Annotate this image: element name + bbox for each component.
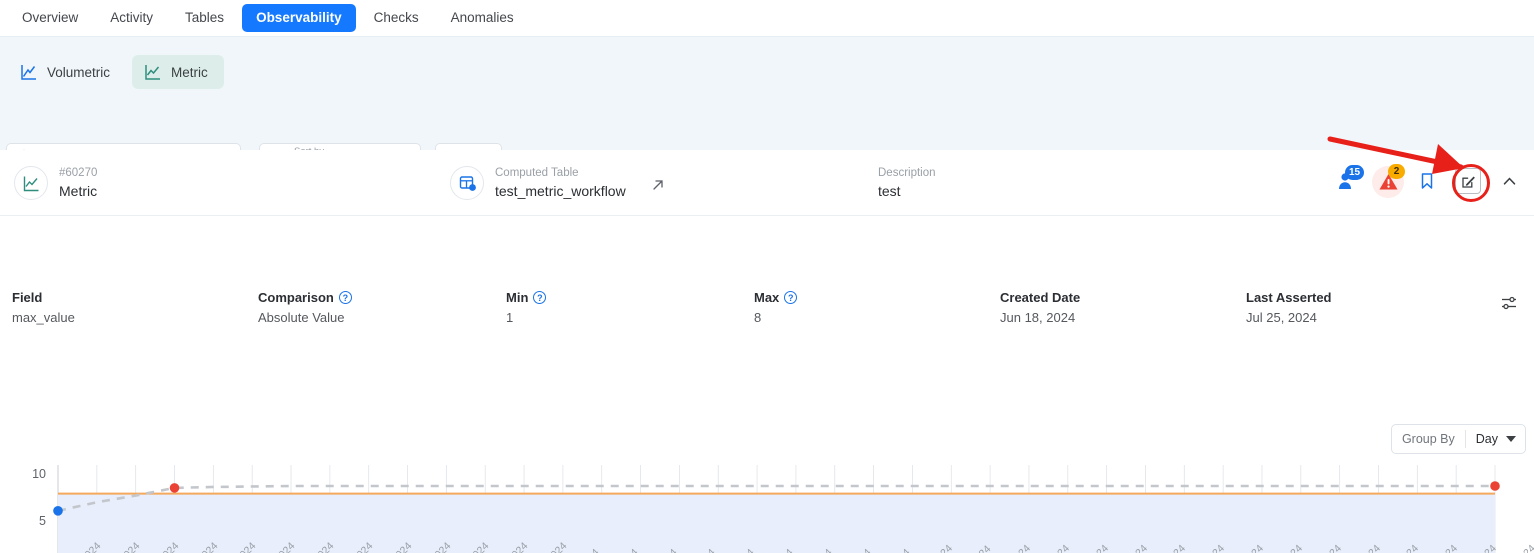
edit-pencil-icon[interactable]: [1455, 168, 1481, 194]
attribute-label: Field: [12, 290, 43, 305]
description-block: Description test: [878, 166, 936, 200]
attribute-value: 1: [506, 310, 514, 325]
group-by-value: Day: [1475, 432, 1498, 446]
chevron-up-icon[interactable]: [1501, 173, 1518, 190]
nav-tab-tables[interactable]: Tables: [171, 4, 238, 32]
metric-card: #60270 Metric Computed Table test_metric…: [0, 150, 1534, 553]
chevron-down-icon: [1506, 436, 1516, 442]
metric-attributes: Field max_value Comparison ? Absolute Va…: [0, 216, 1534, 325]
chart-canvas: [53, 465, 1500, 553]
observability-metric-page: Overview Activity Tables Observability C…: [0, 0, 1534, 553]
group-by-label: Group By: [1401, 432, 1455, 446]
metric-actions: 15 2: [1336, 163, 1518, 198]
description-label: Description: [878, 167, 936, 179]
line-chart-icon: [20, 63, 38, 81]
alerts-badge: 2: [1388, 163, 1405, 179]
observability-subtabs: Volumetric Metric: [8, 55, 224, 89]
attribute-field: Field max_value: [12, 290, 75, 325]
metric-chart-icon: [14, 166, 48, 201]
threshold-band: [58, 493, 1495, 553]
chart-y-tick: 5: [39, 514, 46, 529]
metric-type: Metric: [59, 182, 98, 199]
attribute-label: Comparison: [258, 290, 334, 305]
attribute-label: Last Asserted: [1246, 290, 1332, 305]
attribute-min: Min ? 1: [506, 290, 547, 325]
metric-id: #60270: [59, 167, 98, 179]
external-link-icon[interactable]: [651, 178, 665, 192]
table-icon: [450, 166, 484, 201]
metric-identity: #60270 Metric: [14, 166, 98, 201]
attribute-created-date: Created Date Jun 18, 2024: [1000, 290, 1080, 325]
nav-tab-activity[interactable]: Activity: [96, 4, 167, 32]
subtab-volumetric-label: Volumetric: [47, 64, 111, 80]
help-icon[interactable]: ?: [338, 291, 352, 304]
attribute-label: Min: [506, 290, 529, 305]
nav-tab-checks[interactable]: Checks: [360, 4, 433, 32]
subtab-metric[interactable]: Metric: [132, 55, 224, 89]
attribute-value: Absolute Value: [258, 310, 345, 325]
attribute-value: Jul 25, 2024: [1246, 310, 1317, 325]
group-by-select[interactable]: Group By Day: [1390, 424, 1526, 454]
chart-breach-point[interactable]: [1490, 481, 1500, 491]
subtab-metric-label: Metric: [171, 64, 208, 80]
attribute-label: Max: [754, 290, 780, 305]
metric-chart-icon: [144, 63, 162, 81]
computed-table-name: test_metric_workflow: [495, 182, 626, 199]
subscribers-button[interactable]: 15: [1336, 165, 1365, 192]
attribute-value: 8: [754, 310, 762, 325]
attribute-value: Jun 18, 2024: [1000, 310, 1076, 325]
bookmark-icon[interactable]: [1419, 172, 1435, 190]
alerts-button[interactable]: 2: [1372, 163, 1405, 198]
attribute-value: max_value: [12, 310, 75, 325]
subtab-volumetric[interactable]: Volumetric: [8, 55, 126, 89]
help-icon[interactable]: ?: [784, 291, 798, 304]
metric-chart: 510 Jun 18, 2024Jun 19, 2024Jun 20, 2024…: [0, 455, 1534, 553]
computed-table-block: Computed Table test_metric_workflow: [450, 166, 665, 201]
chart-start-point[interactable]: [53, 506, 63, 516]
primary-nav: Overview Activity Tables Observability C…: [0, 0, 1534, 36]
computed-table-label: Computed Table: [495, 167, 579, 179]
description-value: test: [878, 182, 901, 199]
chart-y-tick: 10: [32, 466, 46, 481]
nav-tab-overview[interactable]: Overview: [8, 4, 92, 32]
nav-tab-anomalies[interactable]: Anomalies: [437, 4, 528, 32]
chart-breach-point[interactable]: [169, 483, 180, 493]
observability-toolbar-band: Volumetric Metric: [0, 36, 1534, 177]
help-icon[interactable]: ?: [533, 291, 547, 304]
attribute-last-asserted: Last Asserted Jul 25, 2024: [1246, 290, 1332, 325]
sliders-icon[interactable]: [1500, 294, 1518, 312]
attribute-comparison: Comparison ? Absolute Value: [258, 290, 352, 325]
attribute-max: Max ? 8: [754, 290, 798, 325]
nav-tab-observability[interactable]: Observability: [242, 4, 356, 32]
attribute-label: Created Date: [1000, 290, 1081, 305]
metric-card-header: #60270 Metric Computed Table test_metric…: [0, 150, 1534, 216]
subscribers-badge: 15: [1345, 165, 1365, 180]
